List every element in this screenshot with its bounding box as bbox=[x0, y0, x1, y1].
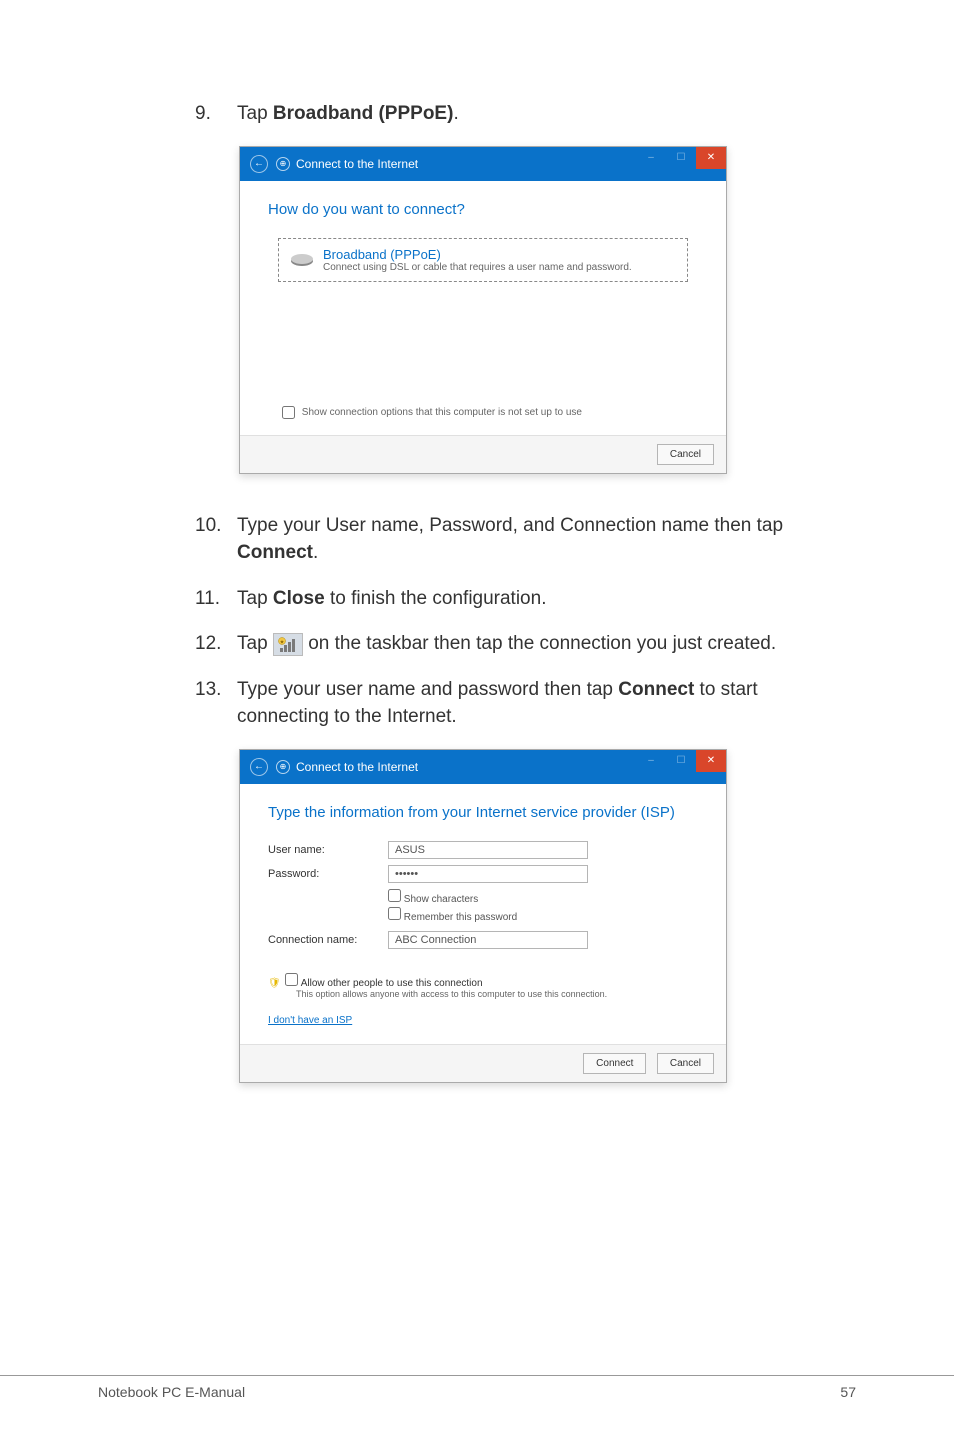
show-characters-label: Show characters bbox=[404, 894, 478, 905]
allow-others-desc: This option allows anyone with access to… bbox=[296, 989, 698, 999]
text: Type your user name and password then ta… bbox=[237, 679, 618, 700]
remember-password-label: Remember this password bbox=[404, 912, 517, 923]
connection-name-label: Connection name: bbox=[268, 934, 388, 946]
option-title: Broadband (PPPoE) bbox=[323, 247, 632, 262]
close-button[interactable]: ✕ bbox=[696, 147, 726, 169]
step-12: 12. Tap ★ on the taskbar then tap the co… bbox=[195, 630, 844, 658]
show-options-checkbox[interactable] bbox=[282, 406, 295, 419]
step-text: Type your user name and password then ta… bbox=[237, 676, 844, 731]
svg-text:★: ★ bbox=[280, 639, 285, 645]
globe-icon: ⊕ bbox=[276, 760, 290, 774]
text: on the taskbar then tap the connection y… bbox=[308, 633, 776, 654]
username-label: User name: bbox=[268, 844, 388, 856]
connect-button[interactable]: Connect bbox=[583, 1053, 646, 1074]
step-text: Tap ★ on the taskbar then tap the connec… bbox=[237, 630, 844, 658]
step-11: 11. Tap Close to finish the configuratio… bbox=[195, 585, 844, 613]
minimize-button[interactable]: – bbox=[636, 147, 666, 169]
maximize-button[interactable]: ☐ bbox=[666, 147, 696, 169]
network-taskbar-icon: ★ bbox=[273, 633, 303, 656]
show-characters-checkbox[interactable] bbox=[388, 889, 401, 902]
step-number: 12. bbox=[195, 630, 237, 658]
allow-others-checkbox[interactable] bbox=[285, 973, 298, 986]
broadband-option[interactable]: Broadband (PPPoE) Connect using DSL or c… bbox=[278, 238, 688, 282]
text: . bbox=[453, 103, 458, 124]
text: Tap bbox=[237, 588, 273, 609]
step-9: 9. Tap Broadband (PPPoE). bbox=[195, 100, 844, 128]
step-text: Tap Broadband (PPPoE). bbox=[237, 100, 844, 128]
connect-dialog-2: ← ⊕ Connect to the Internet – ☐ ✕ Type t… bbox=[239, 749, 727, 1083]
step-number: 13. bbox=[195, 676, 237, 731]
connect-dialog-1: ← ⊕ Connect to the Internet – ☐ ✕ How do… bbox=[239, 146, 727, 474]
footer-page-number: 57 bbox=[840, 1384, 856, 1400]
text: to finish the configuration. bbox=[325, 588, 547, 609]
show-options-checkbox-row: Show connection options that this comput… bbox=[268, 406, 698, 419]
dialog-header-title: ⊕ Connect to the Internet bbox=[276, 760, 418, 774]
back-icon[interactable]: ← bbox=[250, 155, 268, 173]
dialog-titlebar: ← ⊕ Connect to the Internet – ☐ ✕ bbox=[240, 147, 726, 181]
step-10: 10. Type your User name, Password, and C… bbox=[195, 512, 844, 567]
header-title-text: Connect to the Internet bbox=[296, 157, 418, 171]
footer-left: Notebook PC E-Manual bbox=[98, 1384, 245, 1400]
header-title-text: Connect to the Internet bbox=[296, 760, 418, 774]
text: . bbox=[313, 542, 318, 563]
text: Type your User name, Password, and Conne… bbox=[237, 515, 783, 536]
cancel-button[interactable]: Cancel bbox=[657, 1053, 714, 1074]
step-number: 11. bbox=[195, 585, 237, 613]
dialog-titlebar: ← ⊕ Connect to the Internet – ☐ ✕ bbox=[240, 750, 726, 784]
close-button[interactable]: ✕ bbox=[696, 750, 726, 772]
cancel-button[interactable]: Cancel bbox=[657, 444, 714, 465]
step-text: Type your User name, Password, and Conne… bbox=[237, 512, 844, 567]
bold-text: Broadband (PPPoE) bbox=[273, 103, 454, 124]
text: Tap bbox=[237, 633, 273, 654]
bold-text: Connect bbox=[237, 542, 313, 563]
minimize-button[interactable]: – bbox=[636, 750, 666, 772]
text: Tap bbox=[237, 103, 273, 124]
modem-icon bbox=[289, 250, 315, 268]
back-icon[interactable]: ← bbox=[250, 758, 268, 776]
password-label: Password: bbox=[268, 868, 388, 880]
step-text: Tap Close to finish the configuration. bbox=[237, 585, 844, 613]
checkbox-label: Show connection options that this comput… bbox=[302, 407, 582, 418]
dialog-header-title: ⊕ Connect to the Internet bbox=[276, 157, 418, 171]
allow-others-label: Allow other people to use this connectio… bbox=[301, 978, 483, 989]
page-footer: Notebook PC E-Manual 57 bbox=[0, 1375, 954, 1400]
dialog-heading: Type the information from your Internet … bbox=[268, 804, 698, 821]
step-number: 9. bbox=[195, 100, 237, 128]
no-isp-link[interactable]: I don't have an ISP bbox=[268, 1015, 352, 1026]
username-input[interactable]: ASUS bbox=[388, 841, 588, 859]
password-input[interactable]: •••••• bbox=[388, 865, 588, 883]
dialog-heading: How do you want to connect? bbox=[268, 201, 698, 218]
bold-text: Connect bbox=[618, 679, 694, 700]
bold-text: Close bbox=[273, 588, 325, 609]
remember-password-checkbox[interactable] bbox=[388, 907, 401, 920]
step-13: 13. Type your user name and password the… bbox=[195, 676, 844, 731]
connection-name-input[interactable]: ABC Connection bbox=[388, 931, 588, 949]
step-number: 10. bbox=[195, 512, 237, 567]
maximize-button[interactable]: ☐ bbox=[666, 750, 696, 772]
option-desc: Connect using DSL or cable that requires… bbox=[323, 262, 632, 273]
globe-icon: ⊕ bbox=[276, 157, 290, 171]
shield-icon: 🛡 bbox=[268, 978, 281, 989]
